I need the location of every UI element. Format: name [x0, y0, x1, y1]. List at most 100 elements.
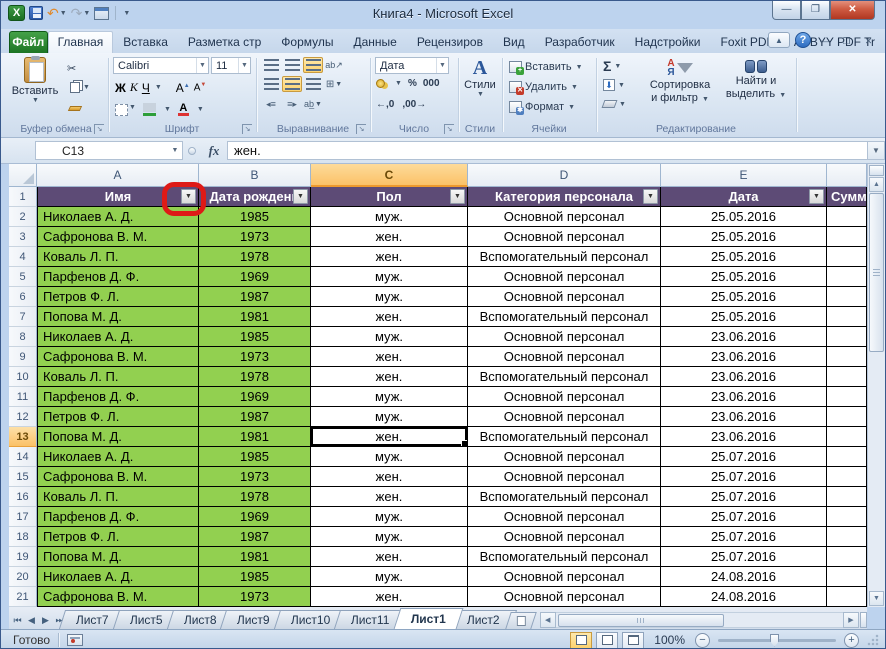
cell-year[interactable]: 1969: [199, 267, 311, 287]
table-header-cell[interactable]: Категория персонала▼: [468, 187, 661, 207]
next-sheet-button[interactable]: ▶: [39, 615, 52, 626]
cell-name[interactable]: Сафронова В. М.: [37, 587, 199, 607]
cell-year[interactable]: 1973: [199, 467, 311, 487]
cell-year[interactable]: 1987: [199, 407, 311, 427]
align-top-button[interactable]: [261, 57, 281, 73]
cell-gender[interactable]: жен.: [311, 227, 468, 247]
merge-center-button[interactable]: ⊞▼: [324, 76, 344, 92]
column-header-F[interactable]: [827, 164, 867, 187]
cell-empty[interactable]: [827, 227, 867, 247]
filter-dropdown-icon[interactable]: ▼: [450, 189, 465, 204]
cell-empty[interactable]: [827, 427, 867, 447]
insert-worksheet-button[interactable]: [505, 612, 537, 629]
name-box-resize-handle[interactable]: [183, 147, 201, 155]
thousands-button[interactable]: 000: [423, 78, 440, 89]
cell-gender[interactable]: муж.: [311, 507, 468, 527]
cell-date[interactable]: 25.07.2016: [661, 547, 827, 567]
cell-category[interactable]: Основной персонал: [468, 567, 661, 587]
split-handle[interactable]: [860, 612, 867, 628]
row-header[interactable]: 21: [9, 587, 37, 607]
horizontal-scrollbar[interactable]: ◀ ▶: [540, 611, 867, 628]
tab-Надстройки[interactable]: Надстройки: [625, 31, 711, 53]
cell-category[interactable]: Основной персонал: [468, 207, 661, 227]
decrease-indent-button[interactable]: ◂≡: [261, 96, 281, 112]
insert-cells-button[interactable]: +Вставить▼: [509, 58, 583, 76]
cell-name[interactable]: Коваль Л. П.: [37, 367, 199, 387]
autosum-button[interactable]: Σ▼: [603, 58, 626, 74]
paste-button[interactable]: Вставить ▼: [13, 57, 57, 121]
row-header[interactable]: 10: [9, 367, 37, 387]
cell-name[interactable]: Петров Ф. Л.: [37, 527, 199, 547]
cell-name[interactable]: Сафронова В. М.: [37, 347, 199, 367]
cell-empty[interactable]: [827, 567, 867, 587]
row-header[interactable]: 6: [9, 287, 37, 307]
cell-empty[interactable]: [827, 407, 867, 427]
page-layout-view-button[interactable]: [596, 632, 618, 649]
cell-date[interactable]: 23.06.2016: [661, 367, 827, 387]
cell-gender[interactable]: муж.: [311, 567, 468, 587]
cut-button[interactable]: ✂: [67, 60, 90, 76]
cell-category[interactable]: Основной персонал: [468, 267, 661, 287]
cell-year[interactable]: 1978: [199, 247, 311, 267]
minimize-button[interactable]: —: [772, 1, 801, 20]
row-header[interactable]: 3: [9, 227, 37, 247]
cell-date[interactable]: 25.07.2016: [661, 447, 827, 467]
cell-name[interactable]: Парфенов Д. Ф.: [37, 507, 199, 527]
scroll-up-button[interactable]: ▲: [869, 177, 884, 192]
cell-empty[interactable]: [827, 367, 867, 387]
cell-name[interactable]: Парфенов Д. Ф.: [37, 387, 199, 407]
cell-gender[interactable]: муж.: [311, 447, 468, 467]
cell-date[interactable]: 25.05.2016: [661, 207, 827, 227]
orientation-button[interactable]: ab↗: [324, 57, 344, 73]
italic-button[interactable]: К: [130, 80, 138, 95]
minimize-ribbon-button[interactable]: ▲: [768, 32, 790, 48]
cell-year[interactable]: 1985: [199, 327, 311, 347]
cell-date[interactable]: 23.06.2016: [661, 327, 827, 347]
tab-Формулы[interactable]: Формулы: [271, 31, 343, 53]
format-painter-button[interactable]: [67, 98, 90, 114]
cell-gender[interactable]: жен.: [311, 247, 468, 267]
cell-category[interactable]: Вспомогательный персонал: [468, 547, 661, 567]
workbook-minimize-button[interactable]: —: [816, 33, 833, 48]
cell-empty[interactable]: [827, 487, 867, 507]
split-handle[interactable]: [869, 165, 884, 176]
cell-category[interactable]: Основной персонал: [468, 227, 661, 247]
cell-name[interactable]: Николаев А. Д.: [37, 327, 199, 347]
cell-date[interactable]: 25.05.2016: [661, 247, 827, 267]
cell-name[interactable]: Николаев А. Д.: [37, 567, 199, 587]
first-sheet-button[interactable]: ⏮: [11, 615, 24, 626]
cell-empty[interactable]: [827, 587, 867, 607]
formula-input[interactable]: жен.: [227, 141, 867, 160]
row-header[interactable]: 17: [9, 507, 37, 527]
table-header-cell[interactable]: Дата рождени▼: [199, 187, 311, 207]
dialog-launcher-icon[interactable]: ↘: [356, 124, 366, 134]
cell-year[interactable]: 1969: [199, 387, 311, 407]
resize-grip[interactable]: [867, 634, 879, 646]
cell-year[interactable]: 1987: [199, 527, 311, 547]
cell-name[interactable]: Сафронова В. М.: [37, 227, 199, 247]
cell-category[interactable]: Вспомогательный персонал: [468, 307, 661, 327]
row-header[interactable]: 4: [9, 247, 37, 267]
cell-date[interactable]: 24.08.2016: [661, 587, 827, 607]
cell-category[interactable]: Вспомогательный персонал: [468, 247, 661, 267]
cell-empty[interactable]: [827, 347, 867, 367]
cell-category[interactable]: Основной персонал: [468, 507, 661, 527]
font-size-select[interactable]: 11▼: [211, 57, 251, 74]
cell-name[interactable]: Попова М. Д.: [37, 307, 199, 327]
cell-year[interactable]: 1985: [199, 567, 311, 587]
cell-empty[interactable]: [827, 387, 867, 407]
cell-empty[interactable]: [827, 267, 867, 287]
cell-empty[interactable]: [827, 507, 867, 527]
cell-empty[interactable]: [827, 447, 867, 467]
cell-name[interactable]: Коваль Л. П.: [37, 487, 199, 507]
column-header-B[interactable]: B: [199, 164, 311, 187]
percent-button[interactable]: %: [408, 78, 417, 89]
shrink-font-button[interactable]: A▼: [194, 82, 207, 93]
workbook-close-button[interactable]: ✕: [860, 33, 877, 48]
row-header[interactable]: 15: [9, 467, 37, 487]
scroll-left-button[interactable]: ◀: [540, 612, 556, 628]
increase-indent-button[interactable]: ≡▸: [282, 96, 302, 112]
cell-category[interactable]: Основной персонал: [468, 287, 661, 307]
dialog-launcher-icon[interactable]: ↘: [242, 124, 252, 134]
zoom-slider-track[interactable]: [718, 639, 836, 642]
